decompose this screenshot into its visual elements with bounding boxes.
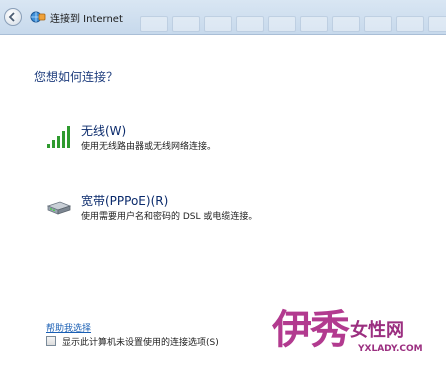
help-me-choose-link[interactable]: 帮助我选择 [46,321,91,334]
background-tab [332,16,360,32]
broadband-option[interactable]: 宽带(PPPoE)(R) 使用需要用户名和密码的 DSL 或电缆连接。 [46,192,406,232]
wireless-option-description: 使用无线路由器或无线网络连接。 [81,142,217,152]
background-tab [300,16,328,32]
window-title: 连接到 Internet [50,14,123,25]
show-unused-options-label: 显示此计算机未设置使用的连接选项(S) [62,338,219,348]
watermark-brand: 伊秀 [272,306,350,353]
watermark-url: YXLADY.COM [358,344,423,354]
watermark-subtitle: 女性网 [350,320,404,341]
back-button[interactable] [4,8,22,26]
background-tab [236,16,264,32]
back-arrow-icon [8,12,15,22]
wireless-signal-icon [47,126,70,148]
wireless-option[interactable]: 无线(W) 使用无线路由器或无线网络连接。 [46,122,406,162]
broadband-modem-icon [46,201,72,215]
broadband-option-description: 使用需要用户名和密码的 DSL 或电缆连接。 [81,212,258,222]
wireless-option-title: 无线(W) [81,124,127,138]
title-bar: 连接到 Internet [0,0,446,35]
background-tab [428,16,446,32]
background-tab [364,16,392,32]
show-unused-options-checkbox[interactable] [46,336,56,346]
watermark-logo: 伊秀 女性网 YXLADY.COM [270,308,446,371]
background-tab [172,16,200,32]
background-tab [204,16,232,32]
background-tab [396,16,424,32]
background-tab [268,16,296,32]
broadband-option-title: 宽带(PPPoE)(R) [81,194,169,208]
page-question: 您想如何连接？ [34,70,119,84]
network-globe-icon [30,11,46,23]
background-tab [140,16,168,32]
